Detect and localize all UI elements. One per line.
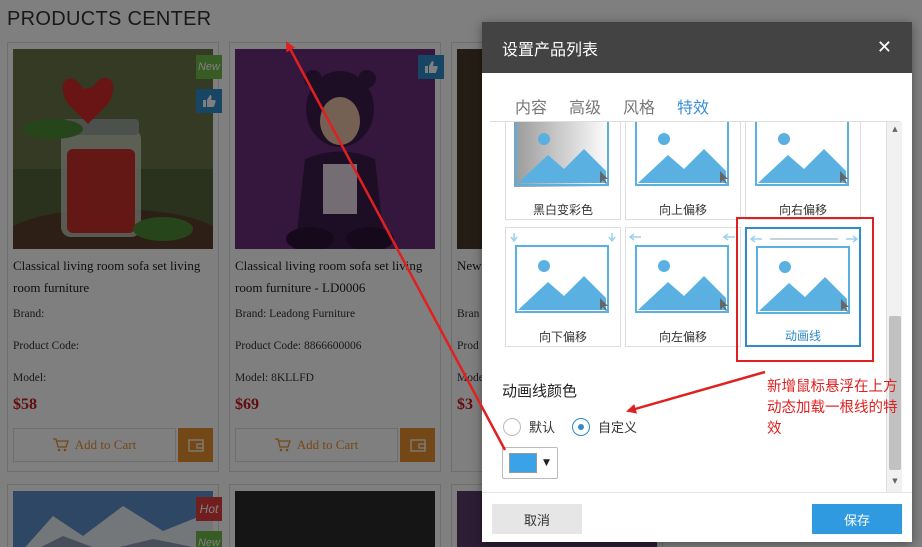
close-icon[interactable]: ✕ (877, 37, 892, 58)
arrow-down-icon (510, 233, 616, 243)
radio-custom-label: 自定义 (598, 421, 638, 436)
line-color-title: 动画线颜色 (502, 382, 578, 400)
cancel-button[interactable]: 取消 (492, 504, 582, 534)
image-placeholder-icon (515, 245, 609, 313)
tab-effects[interactable]: 特效 (666, 94, 721, 124)
radio-custom[interactable]: 自定义 (572, 417, 637, 436)
dialog-footer: 取消 保存 (482, 492, 912, 542)
effect-shift-right[interactable]: 向右偏移 (745, 122, 861, 220)
effect-label: 向上偏移 (658, 203, 707, 217)
radio-default[interactable]: 默认 (503, 417, 555, 436)
effect-grayscale-to-color[interactable]: 黑白变彩色 (505, 122, 621, 220)
tab-style[interactable]: 风格 (612, 94, 666, 124)
effect-label: 向左偏移 (658, 330, 707, 344)
dialog-header: 设置产品列表 ✕ (482, 22, 912, 73)
effect-label: 黑白变彩色 (532, 203, 593, 217)
scroll-down-icon[interactable]: ▼ (887, 474, 903, 488)
effect-shift-down[interactable]: 向下偏移 (505, 227, 621, 347)
arrow-left-icon (629, 233, 735, 241)
scroll-up-icon[interactable]: ▲ (887, 122, 903, 136)
color-swatch (509, 453, 537, 473)
radio-default-label: 默认 (529, 421, 556, 436)
color-picker[interactable]: ▼ (502, 447, 558, 479)
tab-bar: 内容 高级 风格 特效 (504, 94, 721, 124)
image-placeholder-icon (755, 122, 849, 186)
radio-custom-circle[interactable] (572, 417, 590, 436)
annotation-text: 新增鼠标悬浮在上方动态加载一根线的特效 (767, 379, 898, 437)
image-placeholder-icon (514, 122, 610, 187)
image-placeholder-icon (635, 122, 729, 186)
dialog-title: 设置产品列表 (502, 39, 599, 59)
tab-advanced[interactable]: 高级 (558, 94, 612, 124)
tab-content[interactable]: 内容 (504, 94, 558, 124)
annotation-highlight-box (736, 217, 874, 362)
image-placeholder-icon (635, 245, 729, 313)
effect-shift-up[interactable]: 向上偏移 (625, 122, 741, 220)
save-button[interactable]: 保存 (812, 504, 902, 534)
effect-shift-left[interactable]: 向左偏移 (625, 227, 741, 347)
caret-down-icon: ▼ (543, 458, 550, 468)
radio-default-circle[interactable] (503, 417, 521, 436)
effect-label: 向右偏移 (778, 203, 827, 217)
effect-label: 向下偏移 (538, 330, 587, 344)
